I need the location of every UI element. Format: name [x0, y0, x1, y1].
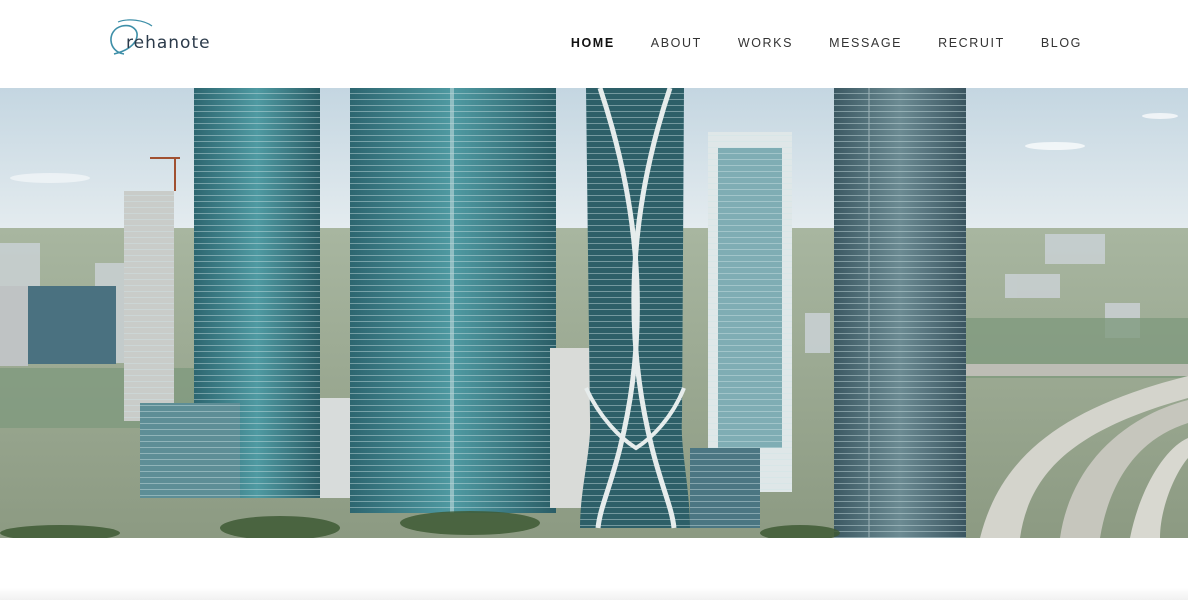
- below-hero-area: [0, 538, 1188, 600]
- hero-image: [0, 88, 1188, 538]
- site-header: rehanote HOME ABOUT WORKS MESSAGE RECRUI…: [0, 0, 1188, 88]
- nav-home[interactable]: HOME: [571, 36, 615, 50]
- main-nav: HOME ABOUT WORKS MESSAGE RECRUIT BLOG: [571, 36, 1082, 50]
- nav-blog[interactable]: BLOG: [1041, 36, 1082, 50]
- skyline-photo: [0, 88, 1188, 538]
- nav-recruit[interactable]: RECRUIT: [938, 36, 1005, 50]
- nav-about[interactable]: ABOUT: [651, 36, 702, 50]
- logo-text: rehanote: [126, 33, 211, 53]
- nav-works[interactable]: WORKS: [738, 36, 793, 50]
- nav-message[interactable]: MESSAGE: [829, 36, 902, 50]
- site-logo[interactable]: rehanote: [104, 16, 224, 60]
